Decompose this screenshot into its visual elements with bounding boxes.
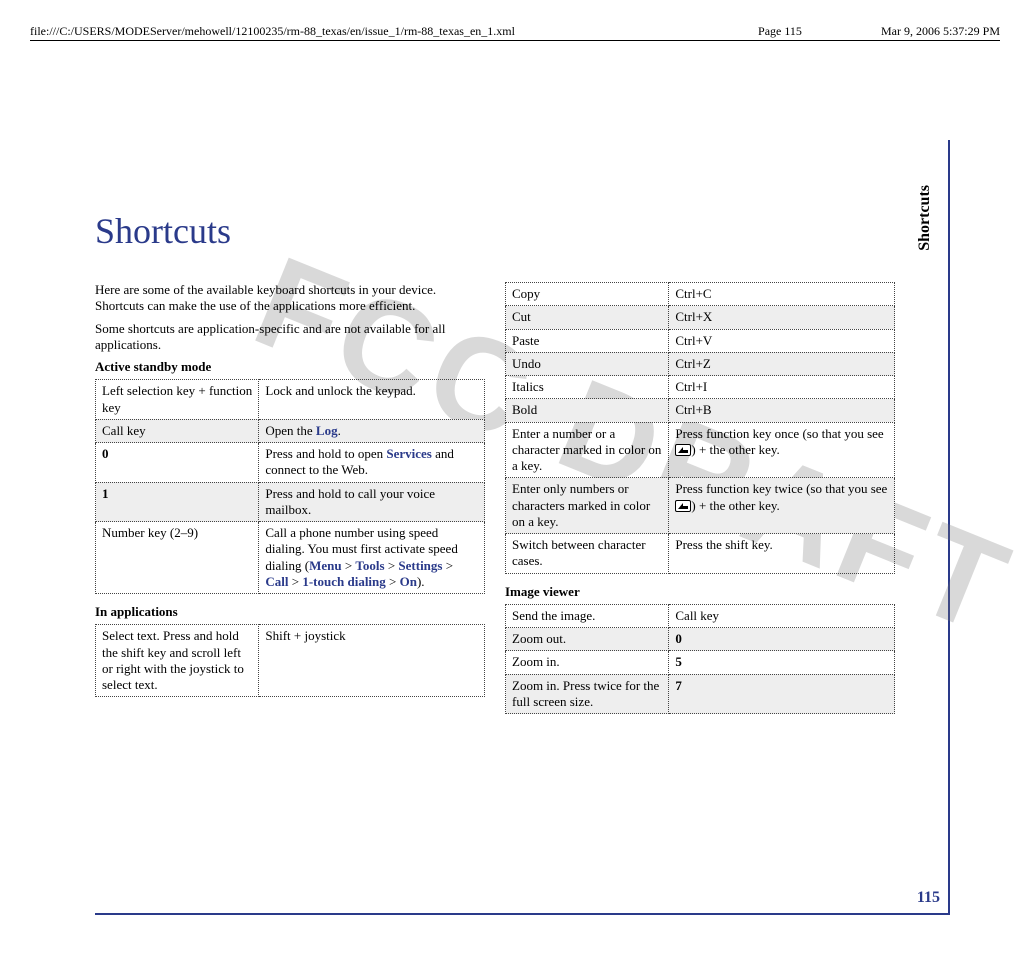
table-row: Enter only numbers or characters marked …	[506, 478, 895, 534]
shortcut-action-cell: Press and hold to call your voice mailbo…	[259, 482, 485, 522]
table-row: Zoom out.0	[506, 628, 895, 651]
table-row: BoldCtrl+B	[506, 399, 895, 422]
shortcut-action-cell: Call key	[669, 604, 895, 627]
shortcut-action-cell: Open the Log.	[259, 419, 485, 442]
shortcut-key-cell: Zoom out.	[506, 628, 669, 651]
section-heading-image-viewer: Image viewer	[505, 584, 895, 600]
shortcut-key-cell: Enter only numbers or characters marked …	[506, 478, 669, 534]
shortcut-key-cell: Switch between character cases.	[506, 534, 669, 574]
shortcut-action-cell: Shift + joystick	[259, 625, 485, 697]
shortcut-action-cell: Ctrl+Z	[669, 352, 895, 375]
table-row: Switch between character cases.Press the…	[506, 534, 895, 574]
shortcut-action-cell: Lock and unlock the keypad.	[259, 380, 485, 420]
shortcut-key-cell: Cut	[506, 306, 669, 329]
shortcut-action-cell: Ctrl+V	[669, 329, 895, 352]
shortcut-key-cell: Bold	[506, 399, 669, 422]
shortcut-key-cell: Zoom in.	[506, 651, 669, 674]
function-key-icon	[675, 500, 691, 512]
shortcut-key-cell: Enter a number or a character marked in …	[506, 422, 669, 478]
table-image-viewer: Send the image.Call keyZoom out.0Zoom in…	[505, 604, 895, 714]
shortcut-key-cell: Copy	[506, 283, 669, 306]
shortcut-key-cell: 0	[96, 443, 259, 483]
table-row: CopyCtrl+C	[506, 283, 895, 306]
shortcut-action-cell: Ctrl+I	[669, 376, 895, 399]
shortcut-key-cell: Left selection key + function key	[96, 380, 259, 420]
header-rule	[30, 40, 1000, 41]
shortcut-action-cell: 0	[669, 628, 895, 651]
two-column-text: Here are some of the available keyboard …	[95, 282, 895, 716]
shortcut-action-cell: 5	[669, 651, 895, 674]
shortcut-action-cell: Press and hold to open Services and conn…	[259, 443, 485, 483]
shortcut-key-cell: Italics	[506, 376, 669, 399]
intro-paragraph: Some shortcuts are application-specific …	[95, 321, 485, 354]
table-row: Enter a number or a character marked in …	[506, 422, 895, 478]
table-row: Number key (2–9)Call a phone number usin…	[96, 522, 485, 594]
shortcut-action-cell: Ctrl+X	[669, 306, 895, 329]
table-row: Zoom in.5	[506, 651, 895, 674]
shortcut-key-cell: Call key	[96, 419, 259, 442]
page-number: 115	[917, 889, 940, 907]
table-row: Select text. Press and hold the shift ke…	[96, 625, 485, 697]
page-label: Page 115	[740, 24, 820, 39]
page-body: Shortcuts FCC DRAFT Shortcuts Here are s…	[95, 140, 950, 915]
section-heading-active-standby: Active standby mode	[95, 359, 485, 375]
table-row: PasteCtrl+V	[506, 329, 895, 352]
shortcut-action-cell: Ctrl+B	[669, 399, 895, 422]
table-row: 0Press and hold to open Services and con…	[96, 443, 485, 483]
function-key-icon	[675, 444, 691, 456]
table-row: Zoom in. Press twice for the full screen…	[506, 674, 895, 714]
table-row: Left selection key + function keyLock an…	[96, 380, 485, 420]
shortcut-action-cell: Press the shift key.	[669, 534, 895, 574]
shortcut-action-cell: Ctrl+C	[669, 283, 895, 306]
table-row: Call keyOpen the Log.	[96, 419, 485, 442]
table-active-standby: Left selection key + function keyLock an…	[95, 379, 485, 594]
shortcut-action-cell: Press function key once (so that you see…	[669, 422, 895, 478]
shortcut-action-cell: 7	[669, 674, 895, 714]
intro-paragraph: Here are some of the available keyboard …	[95, 282, 485, 315]
table-row: ItalicsCtrl+I	[506, 376, 895, 399]
content-area: Shortcuts Here are some of the available…	[95, 140, 905, 716]
shortcut-key-cell: Number key (2–9)	[96, 522, 259, 594]
shortcut-action-cell: Call a phone number using speed dialing.…	[259, 522, 485, 594]
table-row: UndoCtrl+Z	[506, 352, 895, 375]
shortcut-key-cell: Undo	[506, 352, 669, 375]
print-header: file:///C:/USERS/MODEServer/mehowell/121…	[30, 24, 1000, 39]
shortcut-key-cell: Zoom in. Press twice for the full screen…	[506, 674, 669, 714]
table-in-apps-b: CopyCtrl+CCutCtrl+XPasteCtrl+VUndoCtrl+Z…	[505, 282, 895, 574]
table-row: 1Press and hold to call your voice mailb…	[96, 482, 485, 522]
shortcut-key-cell: Select text. Press and hold the shift ke…	[96, 625, 259, 697]
table-row: CutCtrl+X	[506, 306, 895, 329]
shortcut-key-cell: Send the image.	[506, 604, 669, 627]
page-title: Shortcuts	[95, 210, 895, 252]
table-in-apps-a: Select text. Press and hold the shift ke…	[95, 624, 485, 697]
shortcut-key-cell: Paste	[506, 329, 669, 352]
file-path: file:///C:/USERS/MODEServer/mehowell/121…	[30, 24, 740, 39]
side-tab: Shortcuts	[916, 185, 944, 251]
section-heading-in-apps: In applications	[95, 604, 485, 620]
print-date: Mar 9, 2006 5:37:29 PM	[820, 24, 1000, 39]
table-row: Send the image.Call key	[506, 604, 895, 627]
shortcut-action-cell: Press function key twice (so that you se…	[669, 478, 895, 534]
shortcut-key-cell: 1	[96, 482, 259, 522]
